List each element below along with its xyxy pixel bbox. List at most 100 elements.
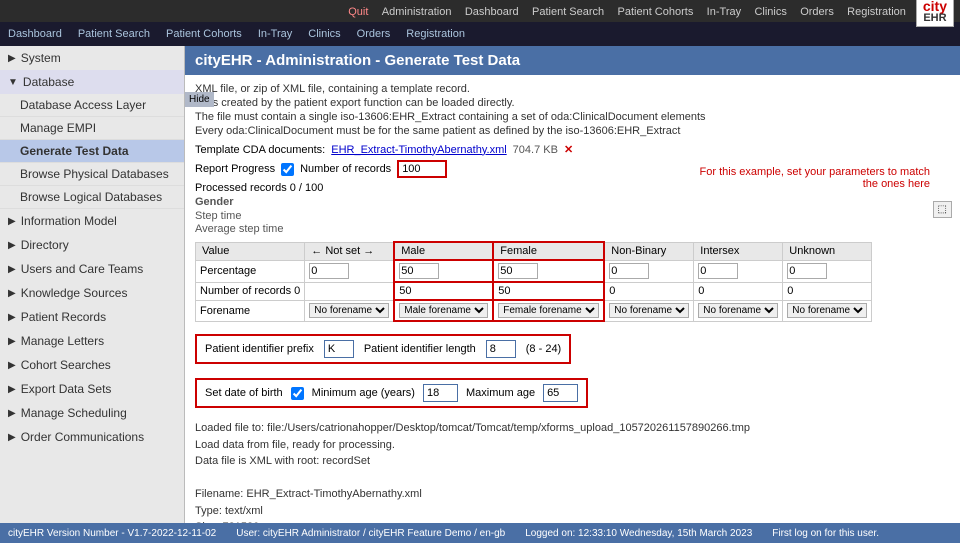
arrow-icon-db: ▼ xyxy=(8,77,18,88)
arrow-icon-oc: ▶ xyxy=(8,432,16,443)
max-age-input[interactable] xyxy=(543,384,578,402)
content-header: cityEHR - Administration - Generate Test… xyxy=(185,46,960,75)
forename-nonbinary-select[interactable]: No forename xyxy=(609,303,689,318)
sidebar-group-knowledge[interactable]: ▶ Knowledge Sources xyxy=(0,281,184,305)
patient-id-length-input[interactable] xyxy=(486,340,516,358)
export-icon[interactable]: ⬚ xyxy=(933,201,952,218)
sidebar-item-browse-logical[interactable]: Browse Logical Databases xyxy=(0,186,184,209)
sidebar-group-cohort[interactable]: ▶ Cohort Searches xyxy=(0,353,184,377)
pct-intersex[interactable] xyxy=(698,263,738,279)
sidebar-item-generate-test-data[interactable]: Generate Test Data xyxy=(0,140,184,163)
arrow-icon-know: ▶ xyxy=(8,288,16,299)
arrow-icon-dir: ▶ xyxy=(8,240,16,251)
forename-male-select[interactable]: Male forename xyxy=(399,303,488,318)
nav-patient-cohorts[interactable]: Patient Cohorts xyxy=(166,28,242,40)
forename-intersex-select[interactable]: No forename xyxy=(698,303,778,318)
pct-female[interactable] xyxy=(498,263,538,279)
clinics-link[interactable]: Clinics xyxy=(754,6,786,18)
hide-show-button[interactable]: Hide xyxy=(185,92,214,107)
nav-bar: Dashboard Patient Search Patient Cohorts… xyxy=(0,22,960,46)
content-area: cityEHR - Administration - Generate Test… xyxy=(185,46,960,523)
report-progress-checkbox[interactable] xyxy=(281,163,294,176)
sidebar-item-browse-physical[interactable]: Browse Physical Databases xyxy=(0,163,184,186)
sidebar-group-scheduling[interactable]: ▶ Manage Scheduling xyxy=(0,401,184,425)
form-content: XML file, or zip of XML file, containing… xyxy=(185,75,960,523)
desc-line1: XML file, or zip of XML file, containing… xyxy=(195,83,950,95)
forename-female-select[interactable]: Female forename xyxy=(498,303,599,318)
nav-registration[interactable]: Registration xyxy=(406,28,465,40)
nav-patient-search[interactable]: Patient Search xyxy=(78,28,150,40)
num-records-input[interactable] xyxy=(397,160,447,178)
logo-line2: EHR xyxy=(923,13,947,24)
dob-section-wrapper: Set date of birth Minimum age (years) Ma… xyxy=(195,374,950,412)
administration-link[interactable]: Administration xyxy=(382,6,452,18)
patient-search-link[interactable]: Patient Search xyxy=(532,6,604,18)
col-notset: ← Not set → xyxy=(305,242,395,260)
pct-notset[interactable] xyxy=(309,263,349,279)
forename-unknown-select[interactable]: No forename xyxy=(787,303,867,318)
status-version: cityEHR Version Number - V1.7-2022-12-11… xyxy=(8,528,216,539)
sidebar-group-users[interactable]: ▶ Users and Care Teams xyxy=(0,257,184,281)
sidebar-item-db-access[interactable]: Database Access Layer xyxy=(0,94,184,117)
arrow-icon-cs: ▶ xyxy=(8,360,16,371)
log-line1: Loaded file to: file:/Users/catrionahopp… xyxy=(195,420,950,437)
arrow-icon-eds: ▶ xyxy=(8,384,16,395)
dob-section: Set date of birth Minimum age (years) Ma… xyxy=(195,378,588,408)
desc-line3: The file must contain a single iso-13606… xyxy=(195,111,950,123)
percentage-row: Percentage xyxy=(196,260,872,282)
sidebar-group-export[interactable]: ▶ Export Data Sets xyxy=(0,377,184,401)
step-time-label: Step time xyxy=(195,210,950,222)
col-nonbinary: Non-Binary xyxy=(604,242,694,260)
col-unknown: Unknown xyxy=(783,242,872,260)
log-line5: Filename: EHR_Extract-TimothyAbernathy.x… xyxy=(195,486,950,503)
numrec-row: Number of records 0 50 50 0 0 0 xyxy=(196,282,872,300)
template-file-name[interactable]: EHR_Extract-TimothyAbernathy.xml xyxy=(331,144,506,156)
logo: city EHR xyxy=(916,0,954,27)
top-links: Quit Administration Dashboard Patient Se… xyxy=(338,4,906,18)
sidebar-group-info-model[interactable]: ▶ Information Model xyxy=(0,209,184,233)
desc-line2: Files created by the patient export func… xyxy=(195,97,950,109)
patient-id-range: (8 - 24) xyxy=(526,343,561,355)
nav-dashboard[interactable]: Dashboard xyxy=(8,28,62,40)
forename-row: Forename No forename Male forename xyxy=(196,300,872,321)
status-bar: cityEHR Version Number - V1.7-2022-12-11… xyxy=(0,523,960,543)
avg-step-time-label: Average step time xyxy=(195,223,950,235)
numrec-label: Number of records 0 xyxy=(196,282,305,300)
gender-table: Value ← Not set → Male Female Non-Binary… xyxy=(195,241,872,322)
sidebar-group-manage-letters[interactable]: ▶ Manage Letters xyxy=(0,329,184,353)
registration-link[interactable]: Registration xyxy=(847,6,906,18)
sidebar-group-database[interactable]: ▼ Database xyxy=(0,70,184,94)
nav-orders[interactable]: Orders xyxy=(357,28,391,40)
quit-link[interactable]: Quit xyxy=(348,6,368,18)
pct-label: Percentage xyxy=(196,260,305,282)
sidebar-group-order-comm[interactable]: ▶ Order Communications xyxy=(0,425,184,449)
report-progress-label: Report Progress xyxy=(195,163,275,175)
template-file-size: 704.7 KB xyxy=(513,144,558,156)
patient-cohorts-link[interactable]: Patient Cohorts xyxy=(618,6,694,18)
min-age-input[interactable] xyxy=(423,384,458,402)
nav-in-tray[interactable]: In-Tray xyxy=(258,28,292,40)
dashboard-link[interactable]: Dashboard xyxy=(465,6,519,18)
set-dob-label: Set date of birth xyxy=(205,387,283,399)
set-dob-checkbox[interactable] xyxy=(291,387,304,400)
forename-label: Forename xyxy=(196,300,305,321)
pct-nonbinary[interactable] xyxy=(609,263,649,279)
pct-male[interactable] xyxy=(399,263,439,279)
forename-notset-select[interactable]: No forename xyxy=(309,303,389,318)
patient-id-prefix-input[interactable] xyxy=(324,340,354,358)
col-male: Male xyxy=(394,242,493,260)
nav-clinics[interactable]: Clinics xyxy=(308,28,340,40)
sidebar-item-manage-empi[interactable]: Manage EMPI xyxy=(0,117,184,140)
sidebar-group-directory[interactable]: ▶ Directory xyxy=(0,233,184,257)
col-female: Female xyxy=(493,242,604,260)
arrow-icon-im: ▶ xyxy=(8,216,16,227)
log-line6: Type: text/xml xyxy=(195,503,950,520)
orders-link[interactable]: Orders xyxy=(800,6,834,18)
log-spacer1 xyxy=(195,470,950,487)
delete-template-button[interactable]: ✕ xyxy=(564,143,573,156)
sidebar-group-system[interactable]: ▶ System xyxy=(0,46,184,70)
template-label: Template CDA documents: xyxy=(195,144,325,156)
sidebar-group-patient-records[interactable]: ▶ Patient Records xyxy=(0,305,184,329)
in-tray-link[interactable]: In-Tray xyxy=(707,6,741,18)
pct-unknown[interactable] xyxy=(787,263,827,279)
